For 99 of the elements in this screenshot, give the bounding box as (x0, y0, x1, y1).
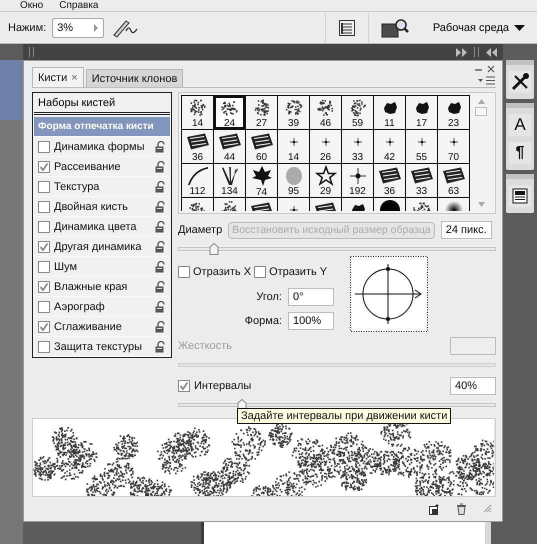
close-tab-button[interactable]: × (71, 72, 78, 84)
brush-size-label: 36 (192, 152, 204, 163)
brush-size-label: 26 (320, 152, 332, 163)
hardness-label: Жесткость (178, 340, 232, 352)
menu-item[interactable]: Окно (20, 0, 44, 11)
settings-item[interactable]: Влажные края (34, 277, 170, 297)
brush-tip[interactable]: 112 (182, 164, 214, 198)
settings-item[interactable]: Двойная кисть (34, 197, 170, 217)
settings-item[interactable]: Шум (34, 257, 170, 277)
brush-size-label: 17 (416, 118, 428, 129)
settings-item[interactable]: Защита текстуры (34, 337, 170, 357)
brush-tip[interactable]: 44 (214, 130, 246, 164)
brush-size-label: 42 (384, 152, 396, 163)
brush-tip[interactable]: 192 (342, 164, 374, 198)
brush-tip[interactable]: 33 (342, 130, 374, 164)
settings-label: Шум (54, 260, 78, 272)
brush-size-label: 112 (190, 186, 206, 197)
brush-size-label: 33 (352, 152, 364, 163)
diameter-field[interactable]: 24 пикс. (440, 221, 492, 239)
brush-size-label: 24 (224, 118, 236, 129)
panel-tab[interactable]: Источник клонов (86, 69, 184, 87)
menu-item[interactable]: Справка (59, 0, 98, 11)
brush-tip[interactable]: 36 (182, 130, 214, 164)
workspace-menu[interactable]: Рабочая среда (428, 20, 529, 36)
pressure-label: Нажим: (8, 22, 46, 34)
brush-tip[interactable]: 134 (214, 164, 246, 198)
brush-size-label: 29 (320, 186, 332, 197)
brush-size-label: 46 (320, 118, 332, 129)
settings-item[interactable]: Динамика цвета (34, 217, 170, 237)
brush-size-label: 27 (256, 118, 268, 129)
brush-size-label: 14 (192, 118, 204, 129)
settings-label: Динамика формы (54, 140, 146, 152)
settings-item[interactable]: Динамика формы (34, 137, 170, 157)
settings-label: Двойная кисть (54, 200, 129, 212)
spacing-field[interactable]: 40% (450, 377, 496, 395)
settings-label: Защита текстуры (54, 340, 144, 352)
panel-tab[interactable]: Кисти × (32, 67, 84, 87)
brush-tip[interactable]: 17 (406, 96, 438, 130)
brush-size-label: 192 (349, 186, 366, 197)
settings-item[interactable]: Текстура (34, 177, 170, 197)
brush-tip[interactable]: 59 (342, 96, 374, 130)
brush-size-label: 33 (416, 186, 428, 197)
brush-tip[interactable]: 95 (278, 164, 310, 198)
flip-label: Отразить X (193, 266, 252, 278)
brush-size-label: 44 (224, 152, 236, 163)
brush-size-label: 95 (288, 186, 300, 197)
settings-label: Форма отпечатка кисти (38, 121, 155, 132)
brush-tip[interactable]: 29 (310, 164, 342, 198)
spacing-label: Интервалы (194, 380, 252, 392)
brush-tip[interactable]: 36 (374, 164, 406, 198)
diameter-label: Диаметр (178, 224, 222, 236)
flip-label: Отразить Y (269, 266, 328, 278)
settings-label: Влажные края (54, 280, 128, 292)
brush-tip[interactable]: 74 (246, 164, 278, 198)
brush-size-label: 134 (221, 186, 238, 197)
settings-item[interactable]: Рассеивание (34, 157, 170, 177)
brush-tip[interactable]: 46 (310, 96, 342, 130)
brush-tip[interactable]: 63 (438, 164, 470, 198)
brush-tip[interactable]: 26 (310, 130, 342, 164)
angle-field[interactable]: 0° (288, 288, 334, 306)
brush-tip[interactable]: 14 (182, 96, 214, 130)
brush-tip[interactable]: 27 (246, 96, 278, 130)
settings-item[interactable]: Аэрограф (34, 297, 170, 317)
brush-tip[interactable]: 70 (438, 130, 470, 164)
pressure-field[interactable]: 3% (52, 18, 104, 38)
roundness-field[interactable]: 100% (288, 312, 334, 330)
brush-size-label: 14 (288, 152, 300, 163)
brush-tip[interactable]: 11 (374, 96, 406, 130)
brush-size-label: 63 (448, 186, 460, 197)
settings-label: Сглаживание (54, 320, 123, 332)
brush-tip[interactable]: 23 (438, 96, 470, 130)
paragraph-panel-button[interactable]: ¶ (509, 142, 531, 164)
settings-label: Другая динамика (54, 240, 142, 252)
brush-tip[interactable]: 60 (246, 130, 278, 164)
brush-size-label: 60 (256, 152, 268, 163)
settings-label: Рассеивание (54, 160, 122, 172)
brush-size-label: 11 (384, 118, 395, 129)
settings-label: Аэрограф (54, 300, 106, 312)
brush-size-label: 23 (448, 118, 460, 129)
settings-item[interactable]: Сглаживание (34, 317, 170, 337)
brush-size-label: 74 (256, 187, 268, 198)
roundness-label: Форма: (244, 315, 282, 327)
brush-tip[interactable]: 42 (374, 130, 406, 164)
brush-tip[interactable]: 55 (406, 130, 438, 164)
character-panel-button[interactable]: A (509, 114, 531, 136)
settings-item[interactable]: Другая динамика (34, 237, 170, 257)
brush-tip[interactable]: 24 (214, 96, 246, 130)
tooltip: Задайте интервалы при движении кисти (237, 408, 452, 424)
brush-size-label: 39 (288, 118, 300, 129)
brush-size-label: 55 (416, 152, 428, 163)
brush-tip[interactable]: 33 (406, 164, 438, 198)
angle-label: Угол: (256, 291, 282, 303)
brush-size-label: 36 (384, 186, 396, 197)
settings-label: Динамика цвета (54, 220, 138, 232)
brush-tip[interactable]: 14 (278, 130, 310, 164)
brush-tip[interactable]: 39 (278, 96, 310, 130)
settings-label: Текстура (54, 180, 100, 192)
brush-size-label: 70 (448, 152, 460, 163)
brush-size-label: 59 (352, 118, 364, 129)
